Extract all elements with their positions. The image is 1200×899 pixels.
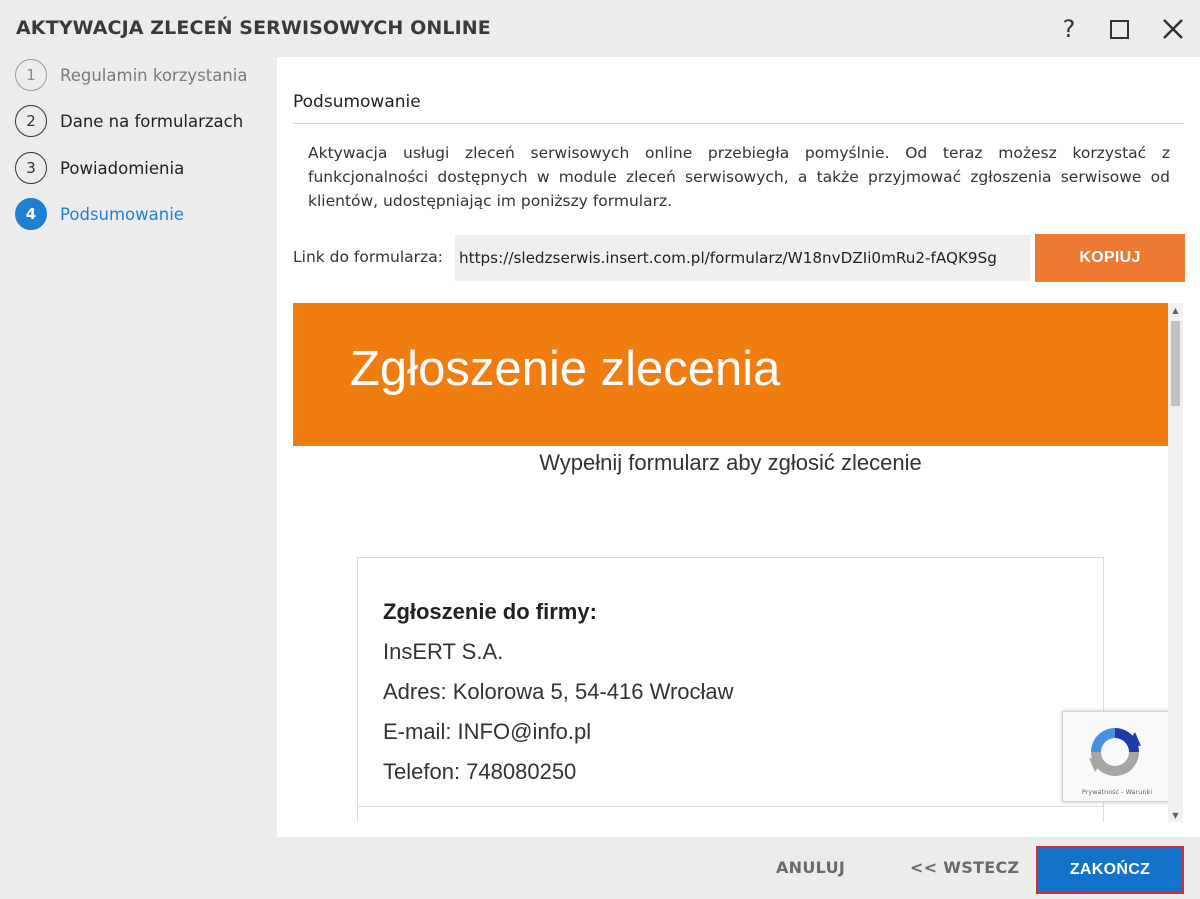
summary-text: Aktywacja usługi zleceń serwisowych onli… (308, 144, 1170, 210)
help-icon: ? (1062, 15, 1076, 43)
section-title: Podsumowanie (293, 92, 421, 112)
cancel-button[interactable]: ANULUJ (776, 858, 845, 877)
step-podsumowanie[interactable]: 4 Podsumowanie (15, 198, 270, 230)
recaptcha-icon (1089, 728, 1141, 776)
step-powiadomienia[interactable]: 3 Powiadomienia (15, 152, 270, 184)
step-label: Powiadomienia (60, 158, 185, 178)
back-button[interactable]: << WSTECZ (910, 858, 1019, 877)
company-info-card: Zgłoszenie do firmy: InsERT S.A. Adres: … (357, 557, 1104, 822)
preview-scrollbar[interactable]: ▲ ▼ (1168, 303, 1183, 822)
step-regulamin[interactable]: 1 Regulamin korzystania (15, 59, 270, 91)
scroll-up-icon[interactable]: ▲ (1168, 303, 1183, 317)
step-dane-na-formularzach[interactable]: 2 Dane na formularzach (15, 105, 270, 137)
scroll-down-icon[interactable]: ▼ (1168, 808, 1183, 822)
maximize-button[interactable] (1104, 14, 1134, 44)
help-button[interactable]: ? (1054, 14, 1084, 44)
close-icon (1163, 19, 1183, 39)
step-number: 1 (15, 59, 47, 91)
company-phone: Telefon: 748080250 (383, 759, 577, 784)
step-label: Dane na formularzach (60, 111, 244, 131)
preview-banner: Zgłoszenie zlecenia (293, 303, 1168, 446)
card-divider (358, 806, 1103, 807)
step-label: Podsumowanie (60, 204, 184, 224)
preview-subtitle: Wypełnij formularz aby zgłosić zlecenie (539, 450, 922, 475)
step-number: 3 (15, 152, 47, 184)
company-email: E-mail: INFO@info.pl (383, 719, 592, 744)
window-title: AKTYWACJA ZLECEŃ SERWISOWYCH ONLINE (16, 17, 491, 39)
finish-button[interactable]: ZAKOŃCZ (1036, 846, 1184, 894)
company-card-heading: Zgłoszenie do firmy: (383, 599, 597, 624)
dialog-footer: ANULUJ << WSTECZ ZAKOŃCZ (0, 837, 1200, 899)
copy-button[interactable]: KOPIUJ (1035, 234, 1185, 282)
form-link-field[interactable] (455, 235, 1030, 281)
wizard-stepper: 1 Regulamin korzystania 2 Dane na formul… (0, 57, 277, 837)
step-number: 4 (15, 198, 47, 230)
recaptcha-badge[interactable]: Prywatność - Warunki (1062, 711, 1170, 802)
company-address: Adres: Kolorowa 5, 54-416 Wrocław (383, 679, 734, 704)
recaptcha-links[interactable]: Prywatność - Warunki (1063, 788, 1171, 796)
title-bar: AKTYWACJA ZLECEŃ SERWISOWYCH ONLINE ? (0, 0, 1200, 57)
link-label: Link do formularza: (293, 248, 443, 266)
scrollbar-thumb[interactable] (1171, 321, 1180, 406)
step-number: 2 (15, 105, 47, 137)
main-panel: Podsumowanie Aktywacja usługi zleceń ser… (277, 57, 1200, 837)
step-label: Regulamin korzystania (60, 65, 248, 85)
section-divider (293, 123, 1184, 124)
form-preview-frame[interactable]: Zgłoszenie zlecenia Wypełnij formularz a… (293, 303, 1183, 822)
company-name: InsERT S.A. (383, 639, 504, 664)
preview-banner-title: Zgłoszenie zlecenia (350, 342, 781, 396)
maximize-icon (1109, 19, 1129, 39)
close-button[interactable] (1158, 14, 1188, 44)
